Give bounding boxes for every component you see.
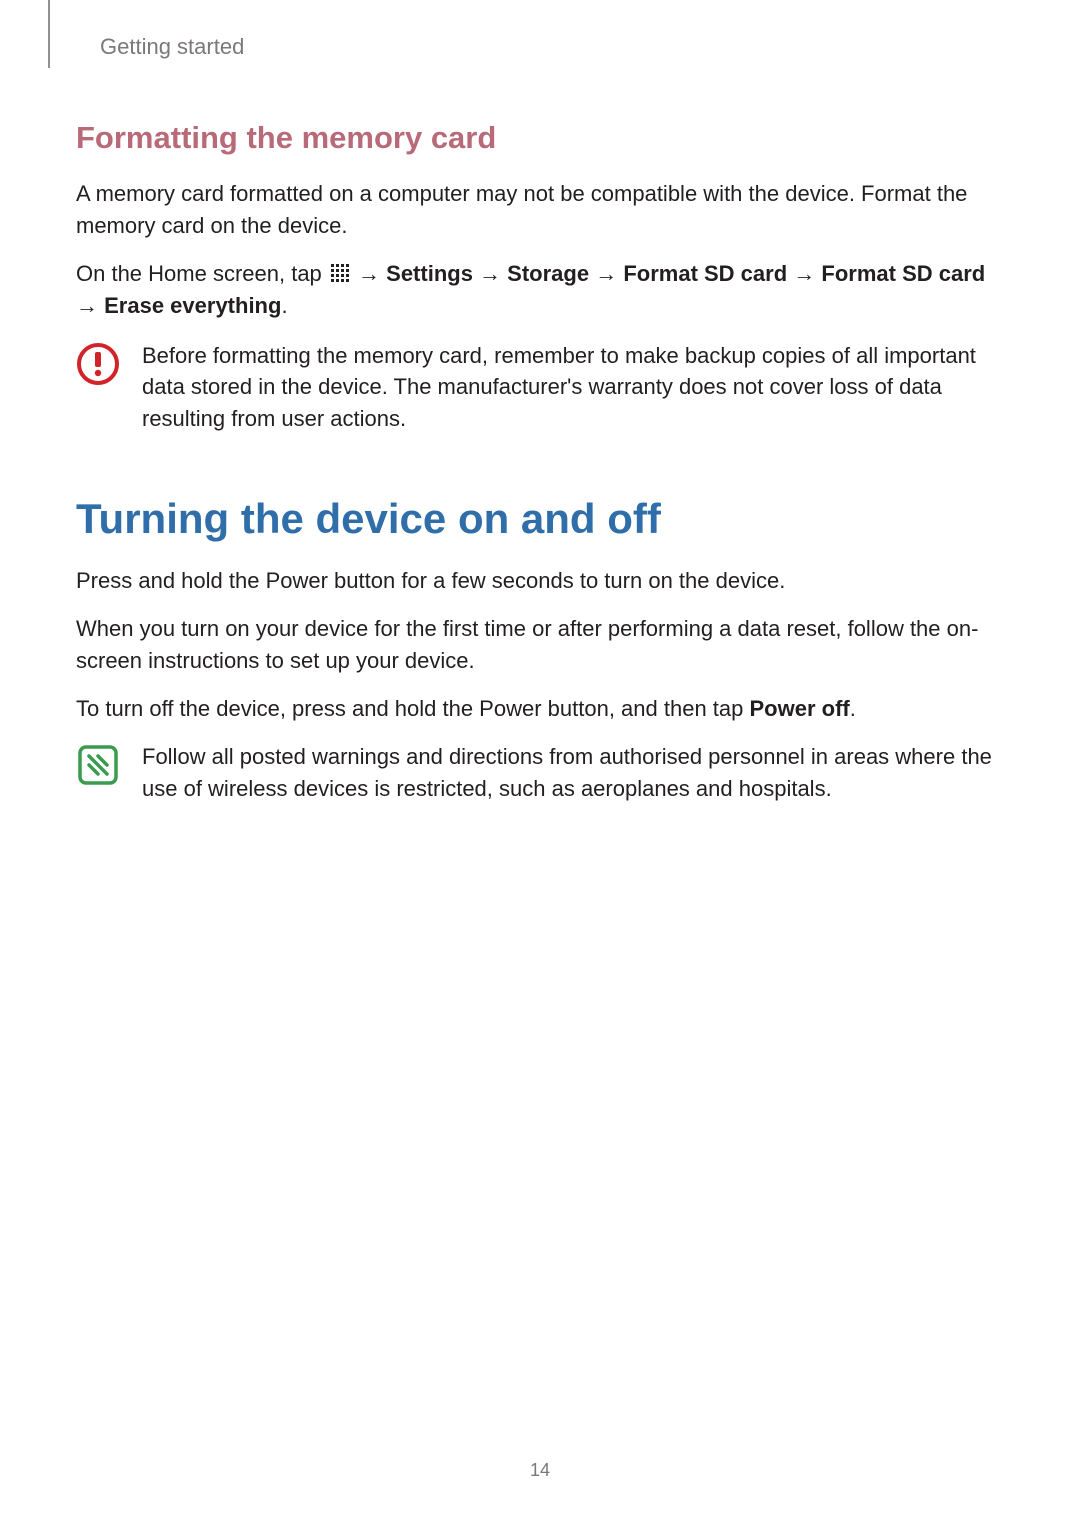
main-heading-power: Turning the device on and off bbox=[76, 495, 1004, 543]
section-heading-formatting: Formatting the memory card bbox=[76, 120, 1004, 156]
arrow-separator: → bbox=[787, 261, 821, 286]
side-rule bbox=[48, 0, 50, 68]
body-paragraph: When you turn on your device for the fir… bbox=[76, 613, 1004, 677]
text-run: To turn off the device, press and hold t… bbox=[76, 696, 750, 721]
arrow-separator: → bbox=[352, 261, 386, 286]
breadcrumb: Getting started bbox=[100, 34, 1004, 60]
nav-step: Format SD card bbox=[821, 261, 985, 286]
text-run: . bbox=[850, 696, 856, 721]
arrow-separator: → bbox=[76, 293, 104, 318]
note-text: Follow all posted warnings and direction… bbox=[142, 741, 1004, 805]
nav-step: Format SD card bbox=[623, 261, 787, 286]
body-paragraph: A memory card formatted on a computer ma… bbox=[76, 178, 1004, 242]
nav-path-suffix: . bbox=[281, 293, 287, 318]
text-bold: Power off bbox=[750, 696, 850, 721]
arrow-separator: → bbox=[473, 261, 507, 286]
note-callout: Follow all posted warnings and direction… bbox=[76, 741, 1004, 805]
nav-step: Storage bbox=[507, 261, 589, 286]
body-paragraph: To turn off the device, press and hold t… bbox=[76, 693, 1004, 725]
warning-icon bbox=[76, 342, 120, 386]
body-paragraph: Press and hold the Power button for a fe… bbox=[76, 565, 1004, 597]
note-icon bbox=[76, 743, 120, 787]
nav-step: Settings bbox=[386, 261, 473, 286]
warning-callout: Before formatting the memory card, remem… bbox=[76, 340, 1004, 436]
nav-step: Erase everything bbox=[104, 293, 281, 318]
arrow-separator: → bbox=[589, 261, 623, 286]
nav-path-prefix: On the Home screen, tap bbox=[76, 261, 328, 286]
page-number: 14 bbox=[0, 1460, 1080, 1481]
page-content: Getting started Formatting the memory ca… bbox=[0, 0, 1080, 805]
apps-grid-icon bbox=[330, 260, 350, 280]
warning-text: Before formatting the memory card, remem… bbox=[142, 340, 1004, 436]
navigation-path: On the Home screen, tap → Settings → Sto… bbox=[76, 258, 1004, 322]
